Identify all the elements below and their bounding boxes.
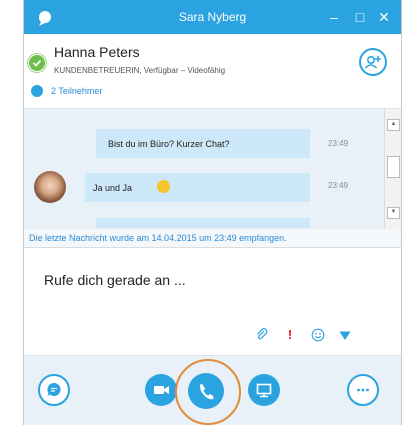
important-icon[interactable]: ! xyxy=(283,328,297,342)
smiley-emoji-icon xyxy=(157,180,170,193)
avatar xyxy=(34,171,66,203)
conversation-window: Sara Nyberg – □ ✕ Hanna Peters KUNDENBET… xyxy=(23,0,402,425)
chat-button[interactable] xyxy=(38,374,70,406)
title-bar: Sara Nyberg – □ ✕ xyxy=(24,0,401,34)
message-bubble: Bist du im Büro? Kurzer Chat? xyxy=(96,129,310,158)
participants-link[interactable]: 2 Teilnehmer xyxy=(31,85,103,97)
call-button[interactable] xyxy=(188,373,224,409)
notice-text: Die letzte Nachricht wurde am 14.04.2015… xyxy=(29,233,287,243)
send-icon[interactable] xyxy=(338,328,352,342)
more-options-button[interactable] xyxy=(347,374,379,406)
message-bubble: Ja und Ja xyxy=(85,173,310,202)
call-controls-bar xyxy=(24,355,401,425)
chat-icon xyxy=(47,382,61,396)
message-compose-area[interactable]: Rufe dich gerade an ... ! xyxy=(24,248,401,355)
smiley-icon[interactable] xyxy=(311,328,325,342)
minimize-button[interactable]: – xyxy=(323,6,345,28)
message-text: Ja und Ja xyxy=(93,183,133,193)
message-text: Bist du im Büro? Kurzer Chat? xyxy=(108,139,230,149)
video-icon xyxy=(154,386,169,394)
message-bubble xyxy=(96,218,310,228)
add-person-icon xyxy=(364,56,381,69)
contact-status-text: KUNDENBETREUERIN, Verfügbar – Videofähig xyxy=(54,66,226,75)
close-button[interactable]: ✕ xyxy=(373,6,395,28)
maximize-button[interactable]: □ xyxy=(349,6,371,28)
contact-name[interactable]: Hanna Peters xyxy=(54,44,140,60)
scroll-up-arrow-icon[interactable]: ▲ xyxy=(387,119,400,131)
video-button[interactable] xyxy=(145,374,177,406)
more-options-icon xyxy=(357,388,369,392)
message-time: 23:49 xyxy=(328,181,349,190)
presence-status-icon xyxy=(28,54,46,72)
compose-text[interactable]: Rufe dich gerade an ... xyxy=(44,272,186,288)
add-person-button[interactable] xyxy=(359,48,387,76)
scrollbar-thumb[interactable] xyxy=(387,156,400,178)
chat-scrollbar[interactable]: ▲ ▼ xyxy=(384,109,401,229)
participants-label: 2 Teilnehmer xyxy=(51,86,103,96)
scroll-down-arrow-icon[interactable]: ▼ xyxy=(387,207,400,219)
screen-share-icon xyxy=(256,383,272,398)
participants-icon xyxy=(31,85,43,97)
contact-header: Hanna Peters KUNDENBETREUERIN, Verfügbar… xyxy=(24,34,401,108)
paperclip-icon[interactable] xyxy=(255,328,269,342)
last-message-notice: Die letzte Nachricht wurde am 14.04.2015… xyxy=(24,229,401,248)
phone-icon xyxy=(200,384,214,400)
chat-history: Bist du im Büro? Kurzer Chat? 23:49 Ja u… xyxy=(24,108,401,229)
screen-share-button[interactable] xyxy=(248,374,280,406)
message-time: 23:49 xyxy=(328,139,349,148)
